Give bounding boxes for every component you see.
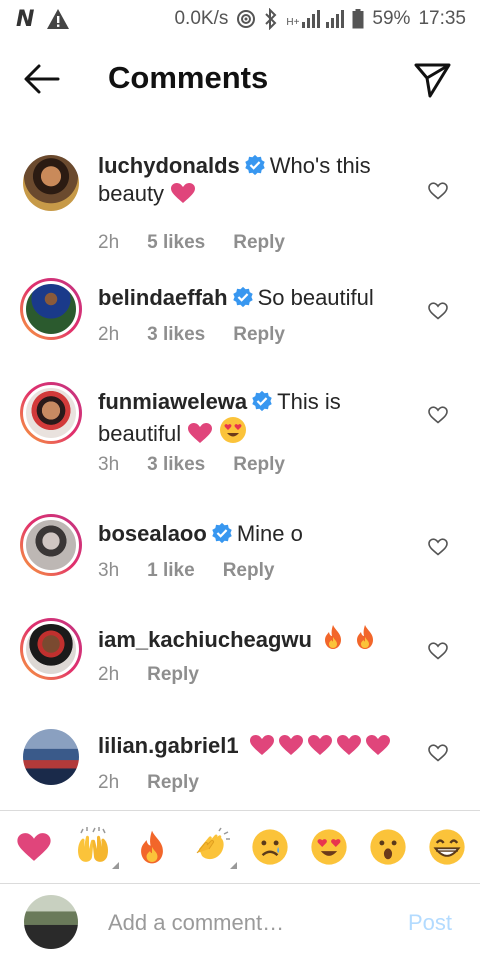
reply-button[interactable]: Reply (233, 324, 285, 346)
surprised-face-icon (369, 829, 406, 865)
emoji-grinning-face-button[interactable] (425, 825, 469, 869)
battery-percent: 59% (372, 8, 411, 29)
avatar[interactable] (20, 382, 82, 444)
my-avatar (24, 895, 78, 949)
comment-likes[interactable]: 1 like (147, 560, 195, 582)
clapping-hands-icon (196, 827, 230, 860)
emoji-pink-heart-button[interactable] (12, 825, 56, 869)
verified-badge-icon (245, 154, 265, 176)
post-button[interactable]: Post (408, 910, 452, 936)
like-heart-icon[interactable] (428, 302, 448, 320)
battery-icon (352, 9, 364, 29)
like-heart-icon[interactable] (428, 182, 448, 200)
comment-username[interactable]: belindaeffah (98, 285, 228, 310)
pink-heart-icon (16, 833, 51, 861)
nfc-icon: N (16, 6, 35, 32)
comment-likes[interactable]: 5 likes (147, 232, 205, 254)
comment-text: Mine o (236, 521, 303, 546)
hotspot-icon (237, 10, 256, 28)
heart-eyes-icon (220, 417, 247, 443)
emoji-sad-face-button[interactable] (248, 825, 292, 869)
fire-icon (357, 625, 374, 649)
comment-username[interactable]: lilian.gabriel1 (98, 733, 239, 758)
comment-username[interactable]: bosealaoo (98, 521, 207, 546)
avatar[interactable] (20, 726, 82, 788)
reply-button[interactable]: Reply (233, 454, 285, 476)
emoji-raising-hands-button[interactable] (71, 825, 119, 869)
emoji-fire-button[interactable] (130, 825, 174, 869)
comment-time: 3h (98, 454, 120, 475)
add-comment-bar: Post (0, 886, 480, 960)
heart-eyes-icon (310, 829, 347, 865)
comment-username[interactable]: iam_kachiucheagwu (98, 627, 312, 652)
avatar[interactable] (20, 152, 82, 214)
signal-icon: H+ (286, 10, 345, 28)
header: Comments (0, 48, 480, 112)
emoji-quick-bar (0, 810, 480, 884)
comment-likes[interactable]: 3 likes (147, 324, 205, 346)
like-heart-icon[interactable] (428, 744, 448, 762)
verified-badge-icon (212, 522, 232, 544)
avatar[interactable] (20, 618, 82, 680)
network-speed: 0.0K/s (174, 8, 229, 29)
comment-time: 3h (98, 560, 120, 581)
like-heart-icon[interactable] (428, 538, 448, 556)
emoji-clapping-hands-button[interactable] (189, 825, 237, 869)
like-heart-icon[interactable] (428, 642, 448, 660)
verified-badge-icon (232, 286, 253, 308)
fire-icon (140, 830, 163, 864)
avatar[interactable] (20, 514, 82, 576)
page-title: Comments (108, 60, 269, 95)
comment-input[interactable] (108, 906, 388, 940)
bluetooth-icon (265, 8, 277, 30)
pink-heart-icon (278, 735, 303, 755)
avatar[interactable] (20, 278, 82, 340)
status-bar: N 0.0K/s H+ 59% 17:35 (0, 0, 480, 38)
reply-button[interactable]: Reply (147, 664, 199, 686)
pink-heart-icon (188, 423, 213, 443)
comment-time: 2h (98, 664, 120, 685)
like-heart-icon[interactable] (428, 406, 448, 424)
direct-send-icon[interactable] (412, 60, 452, 100)
clock: 17:35 (418, 8, 466, 29)
pink-heart-icon (171, 183, 196, 203)
pink-heart-icon (365, 735, 390, 755)
sad-face-icon (251, 829, 288, 865)
pink-heart-icon (336, 735, 361, 755)
back-arrow-icon[interactable] (22, 62, 62, 96)
fire-icon (325, 625, 342, 649)
comment-time: 2h (98, 324, 120, 345)
comment-time: 2h (98, 232, 120, 253)
raising-hands-icon (77, 827, 108, 862)
pink-heart-icon (249, 735, 274, 755)
comment-username[interactable]: luchydonalds (98, 153, 240, 178)
pink-heart-icon (307, 735, 332, 755)
reply-button[interactable]: Reply (223, 560, 275, 582)
verified-badge-icon (252, 390, 272, 412)
comment-likes[interactable]: 3 likes (147, 454, 205, 476)
reply-button[interactable]: Reply (147, 772, 199, 794)
emoji-surprised-face-button[interactable] (366, 825, 410, 869)
reply-button[interactable]: Reply (233, 232, 285, 254)
comment-username[interactable]: funmiawelewa (98, 389, 247, 414)
warning-icon (47, 9, 70, 29)
grinning-face-icon (428, 829, 465, 865)
comment-time: 2h (98, 772, 120, 793)
emoji-heart-eyes-button[interactable] (307, 825, 351, 869)
comment-text: So beautiful (257, 285, 374, 310)
